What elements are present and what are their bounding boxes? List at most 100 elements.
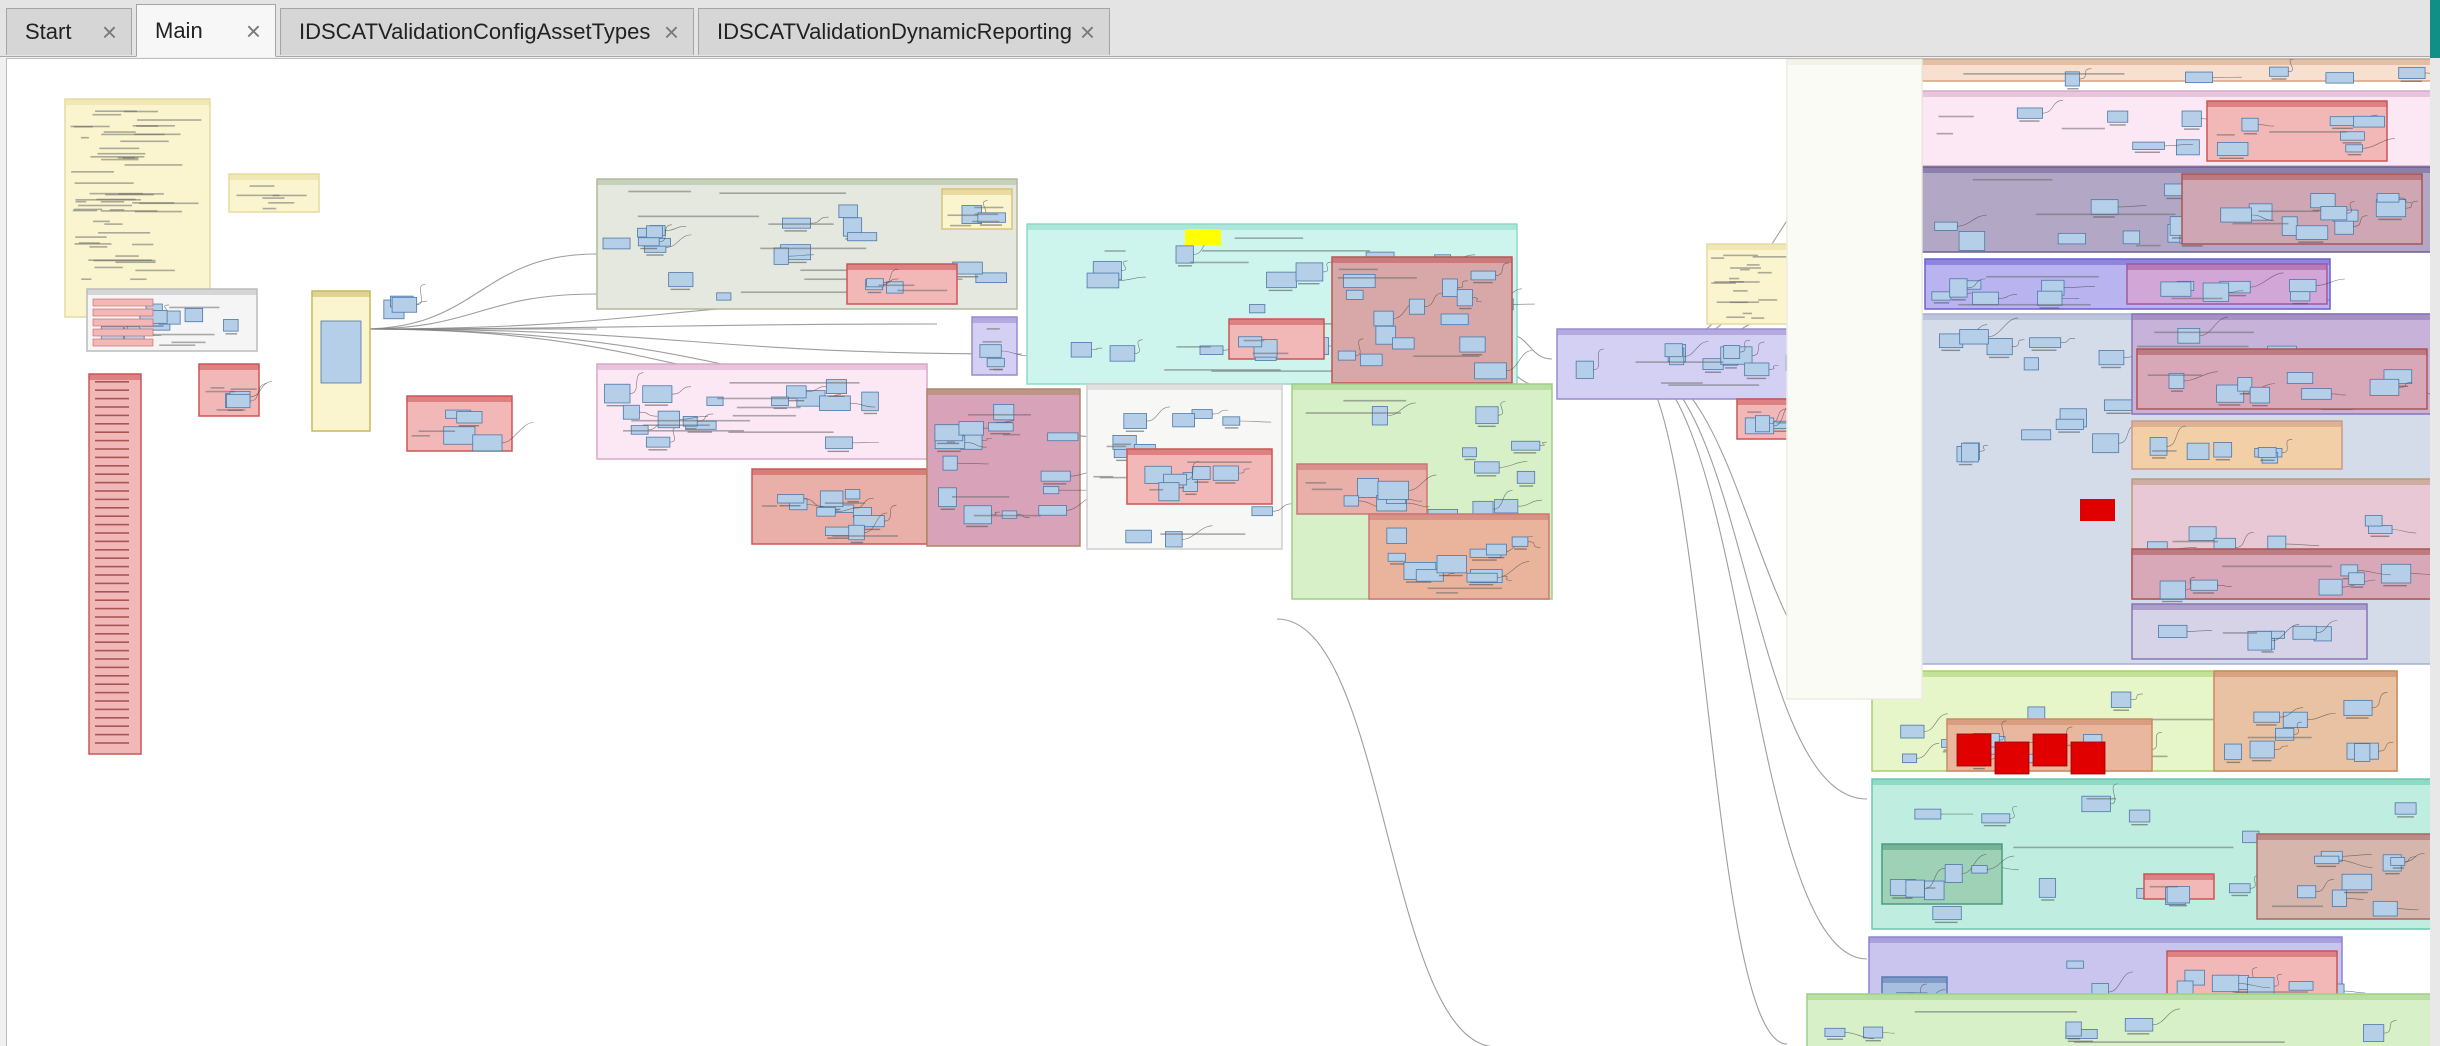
transformer-node (2149, 437, 2168, 456)
node-label-line (2261, 651, 2274, 653)
canvas-scroll-edge[interactable] (2430, 58, 2440, 1046)
transformer-node (1949, 278, 1968, 298)
node-label-line (646, 254, 664, 256)
transformer-node (773, 247, 789, 265)
transformer-node (942, 455, 958, 471)
list-text-line (95, 498, 129, 501)
transformer-node (1356, 478, 1379, 498)
bookmark-frame (64, 98, 211, 318)
transformer-node (1986, 338, 2013, 356)
annotation-text-line (130, 278, 147, 281)
close-icon[interactable]: × (102, 19, 117, 45)
annotation-text-line (78, 242, 100, 244)
node-label-line (2298, 241, 2324, 243)
close-icon[interactable]: × (664, 19, 679, 45)
transformer-node (1112, 435, 1137, 450)
annotation-text-line (1746, 264, 1760, 266)
annotation-text-line (98, 232, 151, 234)
attribute-row (92, 338, 154, 347)
annotation-text-line (137, 119, 202, 121)
annotation-text-line (134, 210, 183, 213)
annotation-text-line (728, 431, 834, 433)
tab-main[interactable]: Main × (136, 4, 276, 57)
annotation-text-line (972, 220, 1000, 223)
list-text-line (95, 448, 129, 450)
transformer-node (1001, 510, 1018, 519)
transformer-node (1459, 336, 1486, 353)
transformer-node (1191, 409, 1213, 419)
node-label-line (2385, 873, 2400, 875)
bookmark-header (2137, 349, 2427, 355)
transformer-node (2341, 873, 2373, 891)
transformer-node (1863, 1026, 1884, 1039)
annotation-text-line (124, 164, 183, 166)
annotation-text-line (1189, 261, 1249, 264)
transformer-node (2066, 960, 2084, 969)
annotation-text-line (272, 194, 307, 197)
list-text-line (95, 633, 129, 635)
annotation-text-line (768, 223, 834, 225)
node-label-line (2378, 218, 2402, 221)
node-label-line (2231, 894, 2248, 897)
transformer-node (2257, 447, 2277, 458)
bookmark-header (2127, 264, 2327, 270)
transformer-node (2160, 281, 2192, 297)
error-annotation (2070, 741, 2106, 775)
transformer-node (2320, 206, 2348, 221)
transformer-node (1475, 406, 1499, 425)
annotation-text-line (1160, 533, 1246, 535)
node-label-line (2332, 127, 2353, 130)
transformer-node (456, 411, 483, 424)
annotation-text-line (1201, 250, 1371, 252)
transformer-node (2345, 144, 2364, 153)
close-icon[interactable]: × (246, 18, 261, 44)
annotation-text-line (1936, 132, 1954, 135)
transformer-node (604, 383, 631, 404)
bookmark-header (927, 389, 1080, 395)
annotation-text-line (1733, 290, 1748, 292)
transformer-node (2175, 139, 2200, 156)
list-text-line (95, 700, 129, 702)
transformer-node (2314, 855, 2340, 865)
node-label-line (2345, 717, 2369, 719)
tester-node (320, 320, 362, 384)
transformer-node (716, 292, 732, 301)
tab-dynamic-reporting[interactable]: IDSCATValidationDynamicReporting × (698, 8, 1110, 55)
transformer-node (2237, 377, 2253, 392)
annotation-text-line (1742, 312, 1753, 315)
list-text-line (95, 414, 129, 417)
workflow-diagram[interactable] (7, 59, 2430, 1046)
node-label-line (1958, 463, 1973, 466)
node-label-line (644, 404, 669, 406)
tab-start[interactable]: Start × (6, 8, 132, 55)
list-text-line (95, 708, 129, 711)
list-text-line (95, 532, 129, 534)
transformer-node (782, 217, 811, 229)
node-label-line (2184, 128, 2200, 130)
node-label-line (1892, 897, 1913, 899)
transformer-node (1251, 506, 1273, 517)
bookmark-header (1922, 59, 2430, 65)
node-label-line (2347, 153, 2362, 156)
workflow-canvas[interactable] (6, 58, 2430, 1046)
transformer-node (1343, 274, 1376, 289)
transformer-node (1944, 864, 1963, 883)
node-label-line (2101, 366, 2121, 369)
transformer-node (2224, 743, 2242, 761)
transformer-node (223, 319, 239, 332)
transformer-node (1939, 333, 1964, 349)
transformer-node (1377, 480, 1409, 500)
close-icon[interactable]: × (1080, 19, 1095, 45)
node-label-line (648, 449, 668, 451)
annotation-text-line (2232, 222, 2289, 225)
annotation-text-line (411, 434, 431, 437)
annotation-text-line (92, 220, 110, 223)
transformer-node (1958, 231, 1986, 251)
attribute-row (92, 318, 154, 327)
node-label-line (2067, 1038, 2081, 1040)
node-label-line (828, 395, 845, 397)
tab-config-asset-types[interactable]: IDSCATValidationConfigAssetTypes × (280, 8, 694, 55)
transformer-node (1824, 1027, 1846, 1037)
annotation-text-line (2232, 991, 2309, 993)
transformer-node (1924, 880, 1945, 901)
